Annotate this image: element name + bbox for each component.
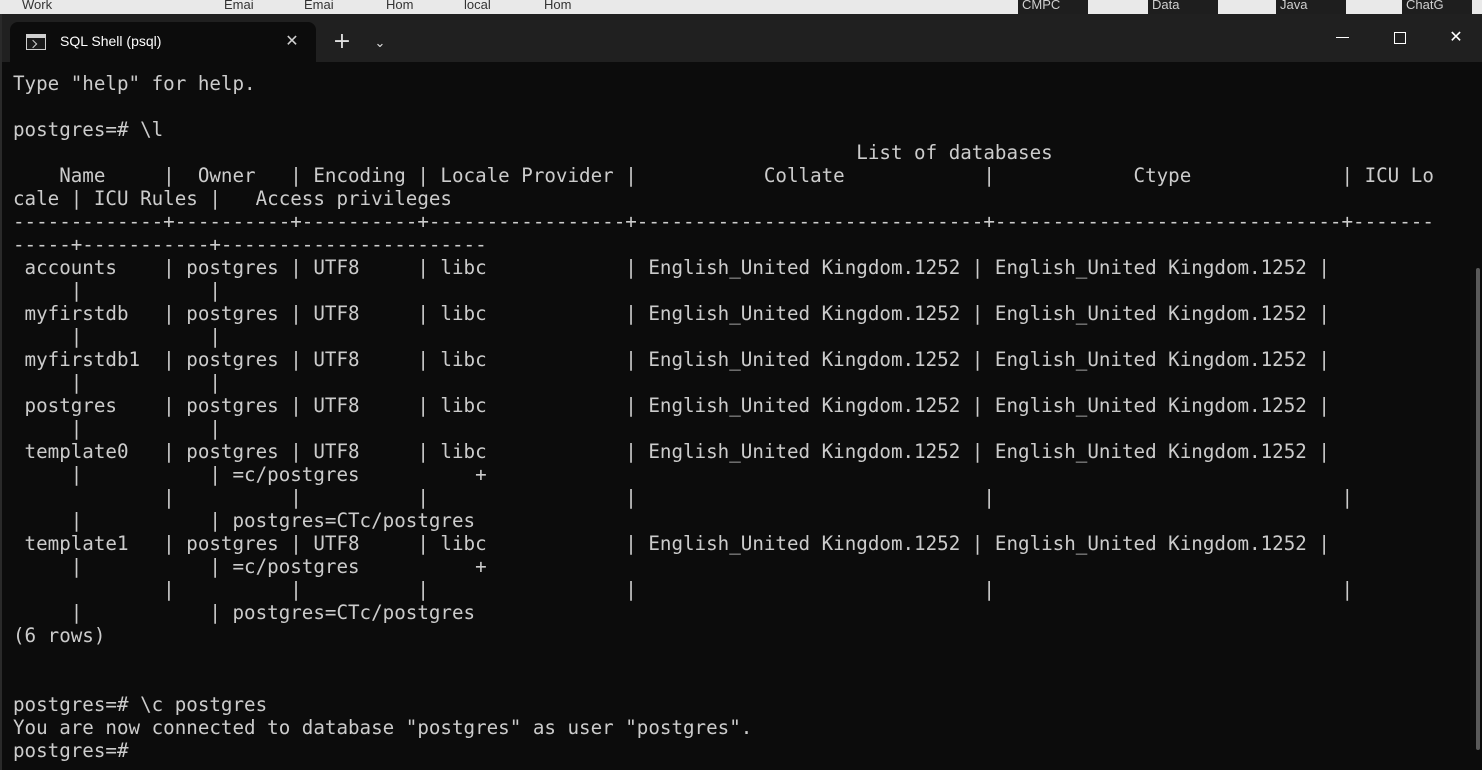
terminal-line: | |	[13, 417, 221, 440]
tab-close-button[interactable]: ✕	[280, 30, 304, 54]
background-windows-strip: Work Emai Emai Hom local Hom CMPC Data Java ChatG	[0, 0, 1482, 14]
background-tab-label: Hom	[544, 0, 572, 12]
title-bar[interactable]: SQL Shell (psql) ✕ + ⌄ ✕	[2, 14, 1482, 62]
maximize-icon	[1394, 31, 1406, 44]
terminal-line: -------------+----------+----------+----…	[13, 210, 1434, 233]
background-tab[interactable]: local	[460, 0, 530, 14]
terminal-line: | |	[13, 325, 221, 348]
terminal-line: (6 rows)	[13, 624, 106, 647]
terminal-line: template1 | postgres | UTF8 | libc | Eng…	[13, 532, 1330, 555]
terminal-line: | | postgres=CTc/postgres	[13, 509, 476, 532]
background-tab[interactable]: Java	[1276, 0, 1346, 14]
terminal-line: -----+-----------+----------------------…	[13, 233, 487, 256]
background-tab[interactable]: Work	[18, 0, 78, 14]
background-tab-label: local	[464, 0, 491, 12]
background-tab[interactable]: CMPC	[1018, 0, 1088, 14]
terminal-icon	[26, 34, 46, 50]
background-tab-label: CMPC	[1022, 0, 1061, 12]
terminal-line: postgres | postgres | UTF8 | libc | Engl…	[13, 394, 1330, 417]
terminal-line: accounts | postgres | UTF8 | libc | Engl…	[13, 256, 1330, 279]
terminal-line: postgres=# \c postgres	[13, 693, 268, 716]
terminal-line: | | | | | |	[13, 578, 1354, 601]
terminal-output[interactable]: Type "help" for help. postgres=# \l List …	[13, 72, 1463, 762]
terminal-line: cale | ICU Rules | Access privileges	[13, 187, 452, 210]
minimize-icon	[1335, 37, 1349, 38]
terminal-line: | | postgres=CTc/postgres	[13, 601, 476, 624]
maximize-button[interactable]	[1372, 18, 1428, 56]
background-tab[interactable]: Emai	[220, 0, 290, 14]
tab-dropdown-button[interactable]: ⌄	[366, 32, 394, 56]
background-tab-label: Hom	[386, 0, 414, 12]
terminal-line: template0 | postgres | UTF8 | libc | Eng…	[13, 440, 1330, 463]
terminal-line: | |	[13, 371, 221, 394]
new-tab-button[interactable]: +	[328, 30, 356, 58]
tab-title: SQL Shell (psql)	[60, 33, 162, 49]
terminal-line: postgres=# \l	[13, 118, 164, 141]
terminal-line: myfirstdb1 | postgres | UTF8 | libc | En…	[13, 348, 1330, 371]
terminal-window: SQL Shell (psql) ✕ + ⌄ ✕ Type "help" for…	[0, 14, 1482, 770]
tab-sql-shell[interactable]: SQL Shell (psql) ✕	[10, 22, 316, 62]
background-tab[interactable]: Hom	[382, 0, 452, 14]
background-tab-label: ChatG	[1406, 0, 1444, 12]
terminal-line: List of databases	[13, 141, 1053, 164]
close-window-button[interactable]: ✕	[1428, 18, 1482, 56]
terminal-line: You are now connected to database "postg…	[13, 716, 753, 739]
scrollbar[interactable]	[1476, 268, 1480, 750]
terminal-line: myfirstdb | postgres | UTF8 | libc | Eng…	[13, 302, 1330, 325]
background-tab-label: Work	[22, 0, 53, 12]
background-tab[interactable]: Emai	[300, 0, 370, 14]
terminal-line: | | =c/postgres +	[13, 555, 487, 578]
terminal-line: Type "help" for help.	[13, 72, 256, 95]
background-tab[interactable]: Hom	[540, 0, 610, 14]
terminal-line: | | =c/postgres +	[13, 463, 487, 486]
background-tab[interactable]: ChatG	[1402, 0, 1472, 14]
terminal-line: postgres=#	[13, 739, 129, 762]
minimize-button[interactable]	[1314, 18, 1370, 56]
background-tab-label: Java	[1280, 0, 1308, 12]
background-tab-label: Emai	[304, 0, 334, 12]
terminal-line: | | | | | |	[13, 486, 1354, 509]
background-tab[interactable]: Data	[1148, 0, 1218, 14]
background-tab-label: Emai	[224, 0, 254, 12]
terminal-line: Name | Owner | Encoding | Locale Provide…	[13, 164, 1434, 187]
terminal-line: | |	[13, 279, 221, 302]
background-tab-label: Data	[1152, 0, 1180, 12]
